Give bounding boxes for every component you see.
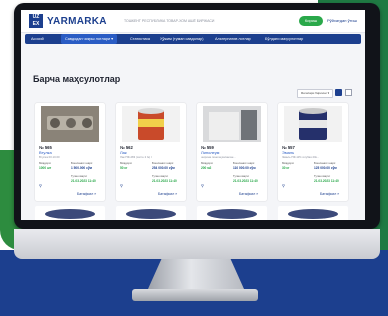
date-value: 21.03.2023 11:40 xyxy=(71,179,96,183)
cart-icon[interactable]: ⚲ xyxy=(201,183,204,188)
date-value: 21.03.2023 11:40 xyxy=(152,179,177,183)
qty-label: Миқдори: xyxy=(120,161,133,165)
product-desc: Эмаль ПФ-115 голубая 20к... xyxy=(282,155,320,159)
product-image xyxy=(122,106,180,142)
login-button[interactable]: Кириш xyxy=(299,16,323,26)
nav-item-statistics[interactable]: Статистика xyxy=(130,34,150,44)
price-value: 1 500.000 сўм xyxy=(71,166,92,170)
nav-item-products[interactable]: Бўлдаги маҳсулотлар xyxy=(265,34,303,44)
date-value: 21.03.2023 11:40 xyxy=(233,179,258,183)
product-desc: Втулка 00.10.00 xyxy=(39,155,60,159)
date-label: Тугаш вақти: xyxy=(71,174,88,178)
product-image xyxy=(41,106,99,142)
nav-item-lots[interactable]: Савдодан чиқиш лотлари ▾ xyxy=(61,34,118,44)
product-card[interactable]: № 559 Линолеум ширина линолеумланган... … xyxy=(197,103,267,201)
monitor-base xyxy=(132,289,258,301)
cart-icon[interactable]: ⚲ xyxy=(39,183,42,188)
monitor-chin xyxy=(14,229,380,259)
site-header: UZ EX YARMARKA ТОШКЕНТ РЕСПУБЛИКА ТОВАР-… xyxy=(21,10,365,33)
product-image xyxy=(207,209,257,219)
nav-item-district-trades[interactable]: Ҳўжим (туман савдолар) xyxy=(160,34,203,44)
product-card[interactable] xyxy=(116,206,186,220)
details-link[interactable]: Батафсил » xyxy=(320,192,339,196)
nav-item-alternative-lots[interactable]: Альтернатив лотлар xyxy=(215,34,251,44)
logo-text: UZ EX xyxy=(32,14,40,27)
product-image xyxy=(45,209,95,219)
grid-view-icon[interactable] xyxy=(335,89,342,96)
date-label: Тугаш вақти: xyxy=(152,174,169,178)
price-label: Бошланғич нарх: xyxy=(233,161,255,165)
qty-value: 1000 шт xyxy=(39,166,52,170)
details-link[interactable]: Батафсил » xyxy=(158,192,177,196)
product-card[interactable] xyxy=(35,206,105,220)
qty-label: Миқдори: xyxy=(282,161,295,165)
list-view-icon[interactable] xyxy=(345,89,352,96)
sort-select[interactable]: Янгилари биринчи ▾ xyxy=(297,89,333,98)
product-card[interactable]: № 557 Эмаль Эмаль ПФ-115 голубая 20к... … xyxy=(278,103,348,201)
product-image xyxy=(284,106,342,142)
product-card[interactable] xyxy=(197,206,267,220)
product-image xyxy=(288,209,338,219)
details-link[interactable]: Батафсил » xyxy=(239,192,258,196)
product-card[interactable]: № 565 Втулка Втулка 00.10.00 Миқдори: 10… xyxy=(35,103,105,201)
product-card[interactable]: № 562 Лак Лак ПФ-283 (cатте 2 fe) l Миқд… xyxy=(116,103,186,201)
nav-item-home[interactable]: Асосий xyxy=(31,34,44,44)
price-label: Бошланғич нарх: xyxy=(71,161,93,165)
browser-screen: UZ EX YARMARKA ТОШКЕНТ РЕСПУБЛИКА ТОВАР-… xyxy=(21,10,365,220)
details-link[interactable]: Батафсил » xyxy=(77,192,96,196)
product-desc: Лак ПФ-283 (cатте 2 fe) l xyxy=(120,155,152,159)
price-value: 254 000.00 сўм xyxy=(152,166,175,170)
qty-value: 200 м2 xyxy=(201,166,212,170)
price-label: Бошланғич нарх: xyxy=(314,161,336,165)
qty-value: 50 кг xyxy=(120,166,128,170)
qty-value: 30 кг xyxy=(282,166,290,170)
brand-tagline: ТОШКЕНТ РЕСПУБЛИКА ТОВАР-ХОМ АШЁ БИРЖАСИ xyxy=(124,19,215,23)
main-nav: Асосий Савдодан чиқиш лотлари ▾ Статисти… xyxy=(25,34,361,44)
qty-label: Миқдори: xyxy=(201,161,214,165)
site-logo[interactable]: UZ EX xyxy=(29,14,43,28)
product-card[interactable] xyxy=(278,206,348,220)
register-link[interactable]: Рўйхатдан ўтиш xyxy=(327,18,357,23)
monitor-stand xyxy=(148,259,244,289)
date-label: Тугаш вақти: xyxy=(233,174,250,178)
brand-name[interactable]: YARMARKA xyxy=(47,16,107,27)
qty-label: Миқдори: xyxy=(39,161,52,165)
date-label: Тугаш вақти: xyxy=(314,174,331,178)
product-image xyxy=(126,209,176,219)
cart-icon[interactable]: ⚲ xyxy=(282,183,285,188)
price-label: Бошланғич нарх: xyxy=(152,161,174,165)
date-value: 21.03.2023 11:40 xyxy=(314,179,339,183)
page-title: Барча маҳсулотлар xyxy=(33,74,121,84)
price-value: 125 000.00 сўм xyxy=(314,166,337,170)
product-image xyxy=(203,106,261,142)
price-value: 110 000.00 сўм xyxy=(233,166,256,170)
product-desc: ширина линолеумланган... xyxy=(201,155,236,159)
cart-icon[interactable]: ⚲ xyxy=(120,183,123,188)
